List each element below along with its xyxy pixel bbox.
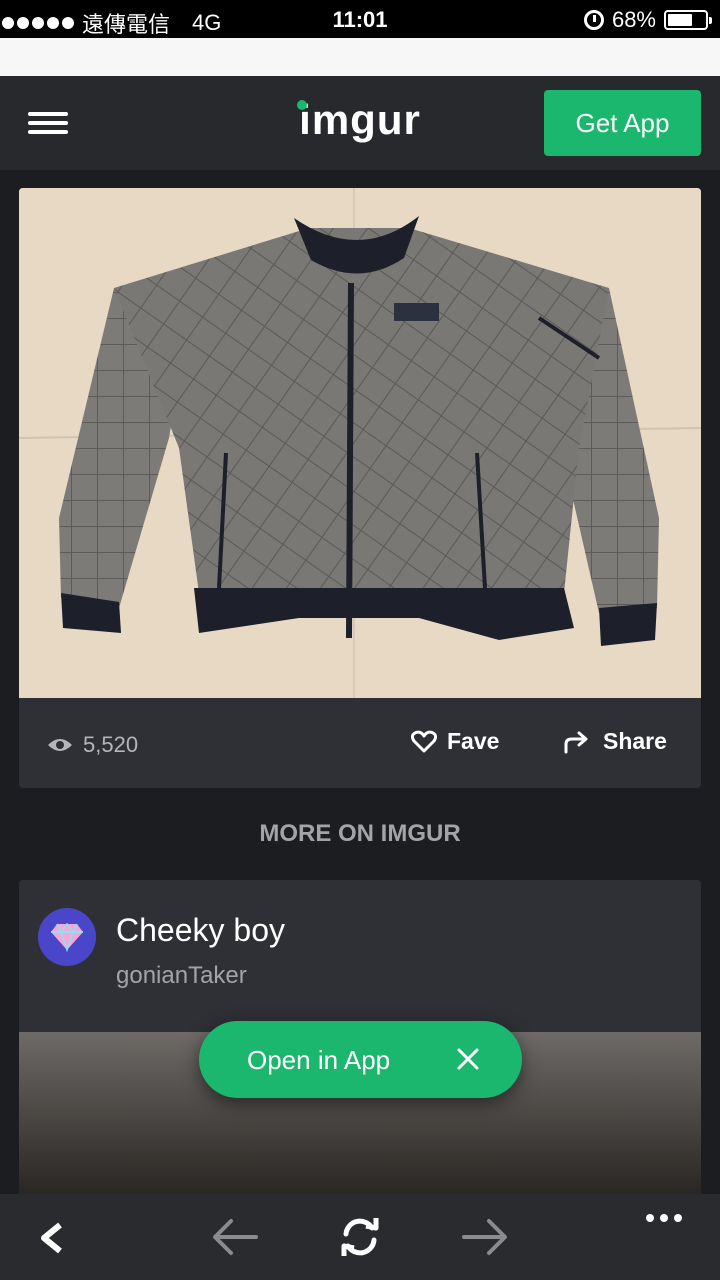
share-button[interactable]: Share xyxy=(563,728,667,755)
browser-address-bar[interactable] xyxy=(0,38,720,76)
view-count: 5,520 xyxy=(47,732,138,758)
share-label: Share xyxy=(603,728,667,754)
more-on-imgur-heading: MORE ON IMGUR xyxy=(259,820,461,847)
more-dots-icon[interactable] xyxy=(646,1214,682,1222)
post-stats-bar: 5,520 Fave Share xyxy=(19,698,701,788)
main-content[interactable]: 5,520 Fave Share MORE ON IMGUR Cheeky bo… xyxy=(0,170,720,1194)
chevron-left-icon[interactable] xyxy=(38,1222,66,1254)
get-app-button[interactable]: Get App xyxy=(544,90,701,156)
avatar[interactable] xyxy=(38,908,96,966)
back-arrow-icon[interactable] xyxy=(212,1218,258,1256)
site-header: imgur Get App xyxy=(0,76,720,170)
related-post-title[interactable]: Cheeky boy xyxy=(116,912,285,949)
related-post-username[interactable]: gonianTaker xyxy=(116,962,247,990)
alarm-icon xyxy=(583,10,604,30)
post-card: 5,520 Fave Share xyxy=(19,188,701,788)
battery-percent: 68% xyxy=(611,7,656,32)
jacket-photo xyxy=(19,188,701,698)
view-count-value: 5,520 xyxy=(83,732,139,757)
reload-icon[interactable] xyxy=(338,1214,382,1260)
browser-toolbar xyxy=(0,1194,720,1280)
open-in-app-banner[interactable]: Open in App xyxy=(199,1021,522,1098)
diamond-icon xyxy=(51,922,83,952)
heart-icon xyxy=(411,730,437,752)
open-in-app-button[interactable]: Open in App xyxy=(247,1045,390,1076)
close-icon[interactable] xyxy=(456,1047,480,1071)
battery-icon xyxy=(664,10,712,30)
share-arrow-icon xyxy=(564,731,588,753)
post-image[interactable] xyxy=(19,188,701,698)
forward-arrow-icon[interactable] xyxy=(462,1218,508,1256)
logo-accent-dot xyxy=(297,100,307,110)
fave-button[interactable]: Fave xyxy=(411,728,499,755)
status-bar: 遠傳電信 4G 11:01 68% xyxy=(0,0,720,38)
eye-icon xyxy=(48,739,72,751)
fave-label: Fave xyxy=(447,728,500,754)
status-bar-right: 68% xyxy=(583,7,712,33)
